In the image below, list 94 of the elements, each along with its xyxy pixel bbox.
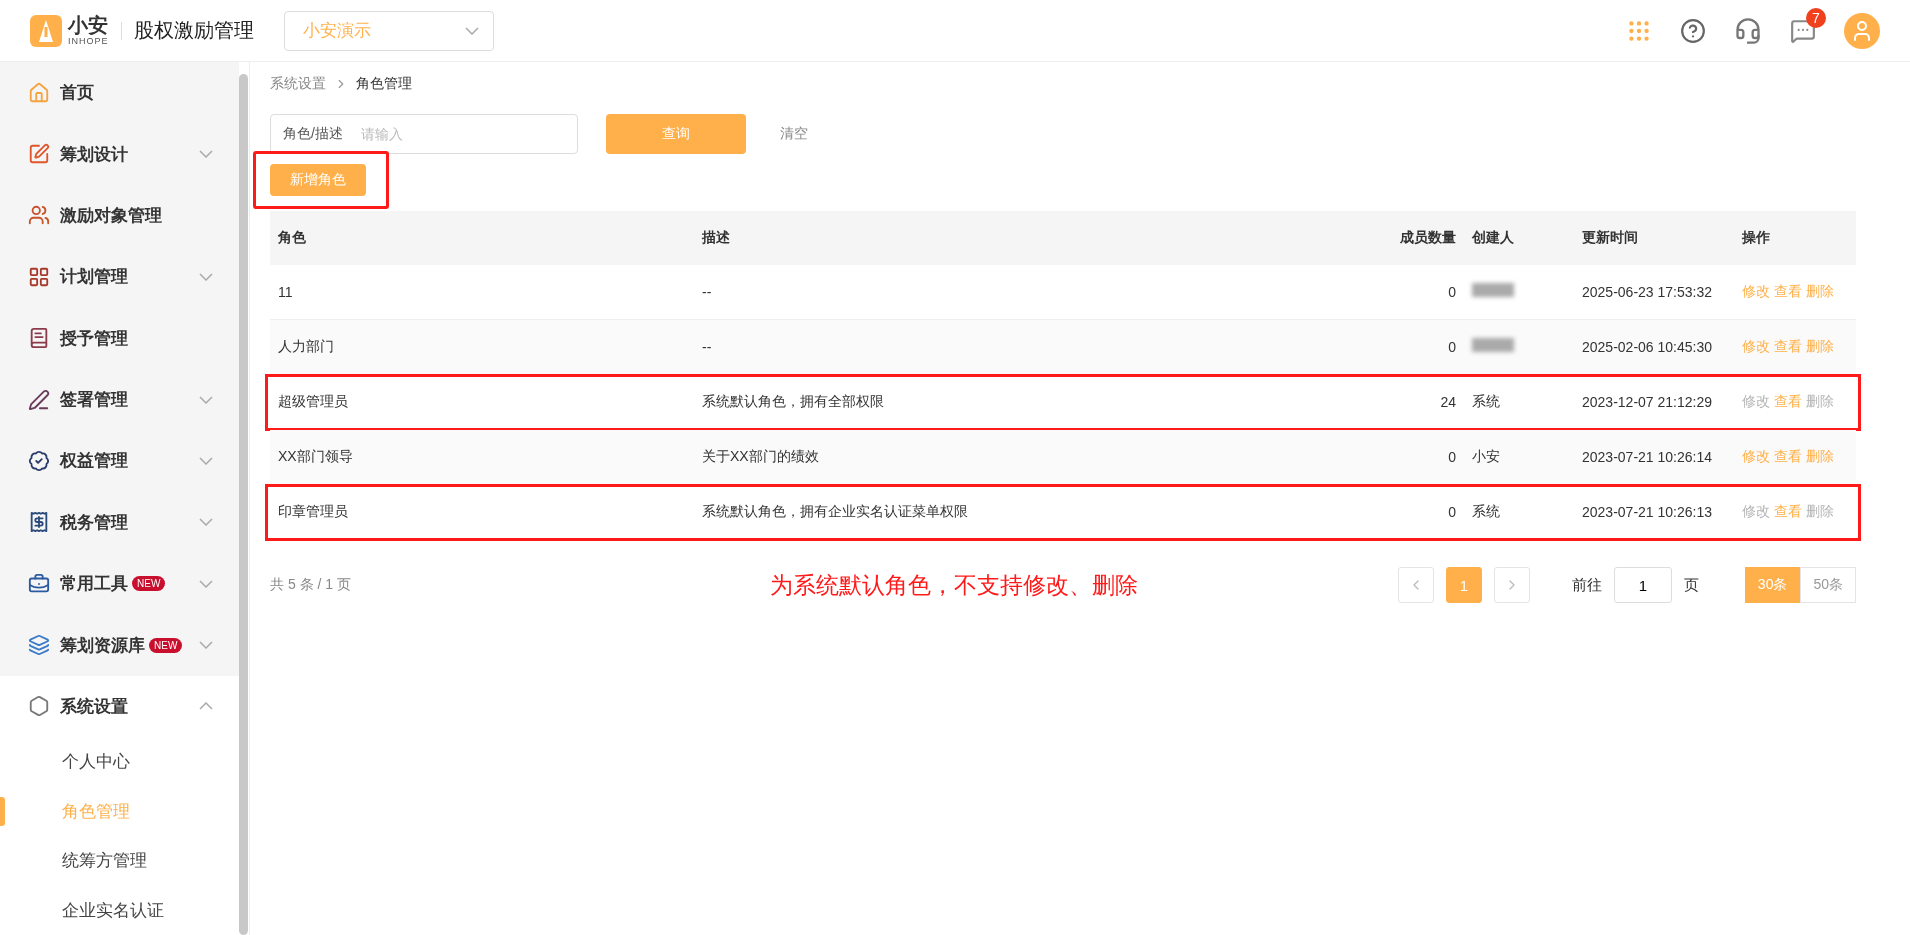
table-cell-text: 24 xyxy=(1439,394,1457,410)
breadcrumb-item[interactable]: 系统设置 xyxy=(270,75,326,93)
pen-icon xyxy=(28,388,50,411)
help-icon[interactable] xyxy=(1680,17,1706,44)
briefcase-icon xyxy=(28,572,50,595)
company-select[interactable]: 小安演示 xyxy=(283,10,494,51)
sidebar-item[interactable]: 筹划资源库 NEW xyxy=(0,614,239,676)
total-summary: 共 5 条 / 1 页 xyxy=(270,576,352,594)
sidebar-item[interactable]: 权益管理 xyxy=(0,430,239,492)
table-cell-text: 超级管理员 xyxy=(277,393,349,411)
action-link[interactable]: 查看 xyxy=(1774,393,1802,411)
chevron-down-icon xyxy=(199,579,213,588)
headset-icon[interactable] xyxy=(1734,16,1762,45)
table-cell-text: 11 xyxy=(277,284,294,300)
home-icon xyxy=(28,81,50,104)
table-cell-text: 0 xyxy=(1447,504,1457,520)
book-icon xyxy=(28,327,50,350)
action-link[interactable]: 查看 xyxy=(1774,338,1802,356)
receipt-icon xyxy=(28,511,50,534)
sidebar-item[interactable]: 授予管理 xyxy=(0,307,239,369)
action-link[interactable]: 删除 xyxy=(1806,283,1834,301)
grid-icon xyxy=(28,265,50,288)
action-link[interactable]: 修改 xyxy=(1742,448,1770,466)
badge-icon xyxy=(28,449,50,472)
table-cell-text: 系统默认角色，拥有企业实名认证菜单权限 xyxy=(701,503,969,521)
table-cell-text: 2025-06-23 17:53:32 xyxy=(1581,284,1713,300)
page-size-option[interactable]: 30条 xyxy=(1744,567,1801,603)
logo-subtext: INHOPE xyxy=(68,37,109,46)
add-role-button[interactable]: 新增角色 xyxy=(270,164,366,196)
action-link[interactable]: 查看 xyxy=(1774,283,1802,301)
users-icon xyxy=(28,204,50,227)
breadcrumb-item: 角色管理 xyxy=(356,75,412,93)
clear-button[interactable]: 清空 xyxy=(774,124,814,144)
edit-icon xyxy=(28,143,50,166)
sidebar-item[interactable]: 首页 xyxy=(0,62,239,124)
sidebar-item[interactable]: 计划管理 xyxy=(0,246,239,308)
table-cell-text: 系统 xyxy=(1471,393,1501,411)
sidebar-item[interactable]: 税务管理 xyxy=(0,491,239,553)
table-cell-text: 2025-02-06 10:45:30 xyxy=(1581,339,1713,355)
chevron-down-icon xyxy=(199,456,213,465)
annotation-text: 为系统默认角色，不支持修改、删除 xyxy=(770,570,1138,600)
page-button[interactable]: 1 xyxy=(1445,567,1482,603)
new-badge: NEW xyxy=(149,637,183,653)
notification-badge: 7 xyxy=(1806,7,1826,28)
chevron-down-icon xyxy=(199,272,213,281)
table-cell-text: 2023-07-21 10:26:14 xyxy=(1581,449,1713,465)
chevron-up-icon xyxy=(199,702,213,711)
goto-input[interactable]: 1 xyxy=(1613,567,1672,603)
action-link[interactable]: 查看 xyxy=(1774,448,1802,466)
page-size-option[interactable]: 50条 xyxy=(1800,567,1856,603)
chevron-down-icon xyxy=(199,518,213,527)
chevron-down-icon xyxy=(464,26,479,35)
scrollbar[interactable] xyxy=(239,74,248,935)
table-cell-text: 系统默认角色，拥有全部权限 xyxy=(701,393,885,411)
chevron-down-icon xyxy=(199,150,213,159)
hexagon-icon xyxy=(28,695,50,718)
sidebar-item[interactable]: 签署管理 xyxy=(0,368,239,431)
action-link[interactable]: 修改 xyxy=(1742,283,1770,301)
table-cell-text: -- xyxy=(701,339,713,355)
chevron-down-icon xyxy=(199,641,213,650)
sidebar-item[interactable]: 常用工具 NEW xyxy=(0,553,239,615)
user-avatar[interactable] xyxy=(1844,12,1880,49)
action-link[interactable]: 修改 xyxy=(1742,338,1770,356)
table-header: 角色 描述 成员数量 创建人 更新时间 操作 xyxy=(270,211,1856,265)
table-cell-text: 系统 xyxy=(1471,503,1501,521)
next-page-button[interactable] xyxy=(1493,567,1530,603)
prev-page-button[interactable] xyxy=(1397,567,1434,603)
field-label: 角色/描述 xyxy=(283,125,343,143)
chevron-down-icon xyxy=(199,395,213,404)
action-link[interactable]: 查看 xyxy=(1774,503,1802,521)
goto-label: 前往 xyxy=(1571,575,1602,595)
table-cell-text: 小安 xyxy=(1471,448,1501,466)
table-cell-text: -- xyxy=(701,284,713,300)
action-link[interactable]: 删除 xyxy=(1806,338,1834,356)
sidebar-item[interactable]: 筹划设计 xyxy=(0,123,239,185)
app-title: 股权激励管理 xyxy=(133,18,254,43)
query-button[interactable]: 查询 xyxy=(606,114,746,154)
table-cell-text: 人力部门 xyxy=(277,338,335,356)
logo-icon xyxy=(30,14,62,47)
logo-text: 小安 xyxy=(68,15,109,35)
action-link[interactable]: 删除 xyxy=(1806,448,1834,466)
search-field[interactable]: 角色/描述 请输入 xyxy=(270,114,578,154)
goto-suffix: 页 xyxy=(1683,575,1699,595)
table-cell-text: 印章管理员 xyxy=(277,503,349,521)
table-cell-text: 0 xyxy=(1447,339,1457,355)
new-badge: NEW xyxy=(132,576,166,592)
sidebar-item[interactable]: 激励对象管理 xyxy=(0,184,239,247)
table-cell-text: 2023-07-21 10:26:13 xyxy=(1581,504,1713,520)
table-cell-text: 0 xyxy=(1447,284,1457,300)
layers-icon xyxy=(28,634,50,657)
table-cell-text: XX部门领导 xyxy=(277,448,354,466)
table-cell-text: 0 xyxy=(1447,449,1457,465)
table-cell-text: 关于XX部门的绩效 xyxy=(701,448,820,466)
table-cell-text: 2023-12-07 21:12:29 xyxy=(1581,394,1713,410)
